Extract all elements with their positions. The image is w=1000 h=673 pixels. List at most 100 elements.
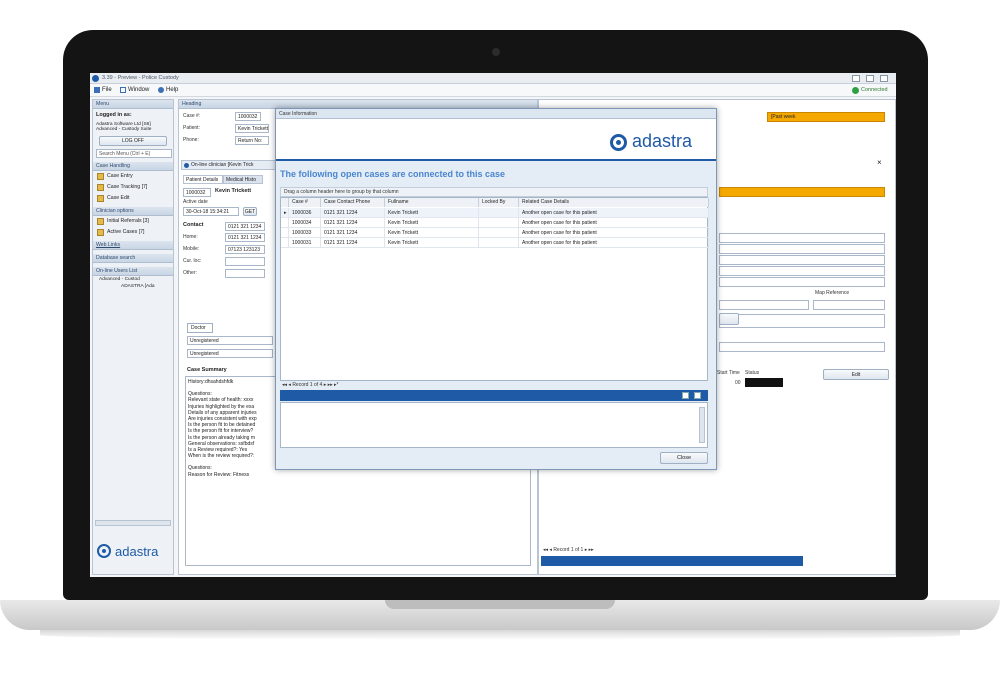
phone-field[interactable]: Return No: xyxy=(235,136,269,145)
other-label: Other: xyxy=(183,270,197,276)
doctor-registration-1[interactable]: Unregistered xyxy=(187,336,273,345)
section-database-search[interactable]: Database search xyxy=(93,254,173,263)
section-clinician-options[interactable]: Clinician options xyxy=(93,207,173,216)
address-line-3[interactable] xyxy=(719,255,885,265)
map-reference-field[interactable] xyxy=(813,300,885,310)
window-icon xyxy=(120,87,126,93)
row-indicator xyxy=(281,238,289,248)
col-related-details[interactable]: Related Case Details xyxy=(519,198,709,207)
current-location-field[interactable] xyxy=(225,257,265,266)
dialog-pager[interactable]: ◂◂ ◂ Record 1 of 4 ▸ ▸▸ ▸* xyxy=(282,382,442,388)
postcode-field[interactable] xyxy=(719,300,809,310)
tab-doctor[interactable]: Doctor xyxy=(187,323,213,333)
section-online-users[interactable]: On-line Users List xyxy=(93,267,173,276)
screen: 3.39 - Preview - Police Custody File Win… xyxy=(90,73,896,577)
online-user-1[interactable]: Advanced - Custod xyxy=(99,276,173,283)
tab-online-clinician[interactable]: On-line clinician [Kevin Trick xyxy=(181,160,277,170)
log-off-button[interactable]: LOG OFF xyxy=(99,136,167,146)
map-reference-label: Map Reference xyxy=(815,290,850,296)
nav-case-entry[interactable]: Case Entry xyxy=(93,171,173,182)
tab-medical-history[interactable]: Medical Histo xyxy=(223,175,263,184)
menu-help[interactable]: Help xyxy=(166,86,178,95)
dialog-logo-area: adastra xyxy=(276,119,716,161)
memo-scrollbar[interactable] xyxy=(699,407,705,443)
case-entry-icon xyxy=(97,173,104,180)
mobile-label: Mobile: xyxy=(183,246,200,252)
nav-label: Case Edit xyxy=(107,195,130,201)
lookup-button[interactable] xyxy=(719,313,739,325)
edit-button[interactable]: Edit xyxy=(823,369,889,380)
extra-field[interactable] xyxy=(719,342,885,352)
status-header: Status xyxy=(745,370,760,376)
adastra-logo-icon xyxy=(610,134,627,151)
section-web-links[interactable]: Web Links xyxy=(93,241,173,250)
col-contact-phone[interactable]: Case Contact Phone xyxy=(321,198,385,207)
table-cell: 1000031 xyxy=(289,238,321,248)
nav-label: Initial Referrals [3] xyxy=(107,218,149,224)
close-window-button[interactable] xyxy=(880,75,888,82)
other-field[interactable] xyxy=(225,269,265,278)
table-row[interactable]: ▸ 1000036 0121 321 1234 Kevin Trickett Anoth… xyxy=(281,208,709,218)
close-tab-icon[interactable]: × xyxy=(877,158,882,167)
maximize-button[interactable] xyxy=(866,75,874,82)
start-time-value: 00 xyxy=(735,380,741,386)
section-case-handling[interactable]: Case Handling xyxy=(93,162,173,171)
col-locked-by[interactable]: Locked By xyxy=(479,198,519,207)
connected-cases-grid: Case # Case Contact Phone Fullname Locke… xyxy=(280,197,709,381)
mobile-phone-field[interactable]: 07123 123123 xyxy=(225,245,265,254)
status-value xyxy=(745,378,783,387)
table-cell: 1000034 xyxy=(289,218,321,228)
camera xyxy=(492,48,500,56)
tab-patient-details[interactable]: Patient Details xyxy=(183,175,223,184)
home-phone-field[interactable]: 0121 321 1234 xyxy=(225,233,265,242)
sidebar-scrollbar[interactable] xyxy=(95,520,171,526)
right-pager[interactable]: ◂◂ ◂ Record 1 of 1 ▸ ▸▸ xyxy=(543,547,594,553)
laptop-notch xyxy=(385,600,615,609)
table-cell: 1000036 xyxy=(289,208,321,218)
nav-case-tracking[interactable]: Case Tracking [7] xyxy=(93,182,173,193)
app-icon xyxy=(92,75,99,82)
close-button[interactable]: Close xyxy=(660,452,708,464)
active-date-field[interactable]: 30-Oct-18 15:34:21 xyxy=(183,207,239,216)
title-bar: 3.39 - Preview - Police Custody xyxy=(90,73,896,84)
table-cell: 0121 321 1234 xyxy=(321,228,385,238)
detail-memo[interactable] xyxy=(280,402,708,448)
address-line-1[interactable] xyxy=(719,233,885,243)
col-fullname[interactable]: Fullname xyxy=(385,198,479,207)
print-icon[interactable] xyxy=(694,392,701,399)
nav-label: Active Cases [7] xyxy=(107,229,145,235)
minimize-button[interactable] xyxy=(852,75,860,82)
patient-case-field[interactable]: 1000032 xyxy=(183,188,211,197)
table-cell: Another open case for this patient xyxy=(519,208,709,218)
adastra-logo-icon xyxy=(97,544,111,558)
save-layout-icon[interactable] xyxy=(682,392,689,399)
menu-bar: File Window Help Connected xyxy=(90,84,896,97)
right-selection-bar xyxy=(541,556,803,566)
window-title: 3.39 - Preview - Police Custody xyxy=(102,75,179,81)
online-user-2[interactable]: ADASTRA [Ada xyxy=(99,283,173,290)
doctor-registration-2[interactable]: Unregistered xyxy=(187,349,273,358)
notes-field[interactable] xyxy=(719,314,885,328)
table-row[interactable]: 1000033 0121 321 1234 Kevin Trickett Anothe… xyxy=(281,228,709,238)
address-line-5[interactable] xyxy=(719,277,885,287)
table-row[interactable]: 1000031 0121 321 1234 Kevin Trickett Anothe… xyxy=(281,238,709,248)
case-number-field[interactable]: 1000032 xyxy=(235,112,261,121)
menu-search-input[interactable]: Search Menu (Ctrl + E) xyxy=(96,149,172,158)
patient-name: Kevin Trickett xyxy=(215,188,252,194)
patient-field[interactable]: Kevin Trickett xyxy=(235,124,269,133)
dialog-logo-text: adastra xyxy=(632,131,693,151)
clinician-tab-label: On-line clinician [Kevin Trick xyxy=(191,162,254,168)
nav-case-edit[interactable]: Case Edit xyxy=(93,193,173,204)
address-line-4[interactable] xyxy=(719,266,885,276)
contact-phone-field[interactable]: 0121 321 1234 xyxy=(225,222,265,231)
nav-label: Case Tracking [7] xyxy=(107,184,148,190)
menu-file[interactable]: File xyxy=(102,86,112,95)
nav-initial-referrals[interactable]: Initial Referrals [3] xyxy=(93,216,173,227)
nav-active-cases[interactable]: Active Cases [7] xyxy=(93,227,173,238)
get-button[interactable]: GET xyxy=(243,207,257,216)
menu-window[interactable]: Window xyxy=(128,86,149,95)
address-line-2[interactable] xyxy=(719,244,885,254)
col-case-number[interactable]: Case # xyxy=(289,198,321,207)
table-row[interactable]: 1000034 0121 321 1234 Kevin Trickett Anothe… xyxy=(281,218,709,228)
dialog-selection-bar xyxy=(280,390,708,401)
